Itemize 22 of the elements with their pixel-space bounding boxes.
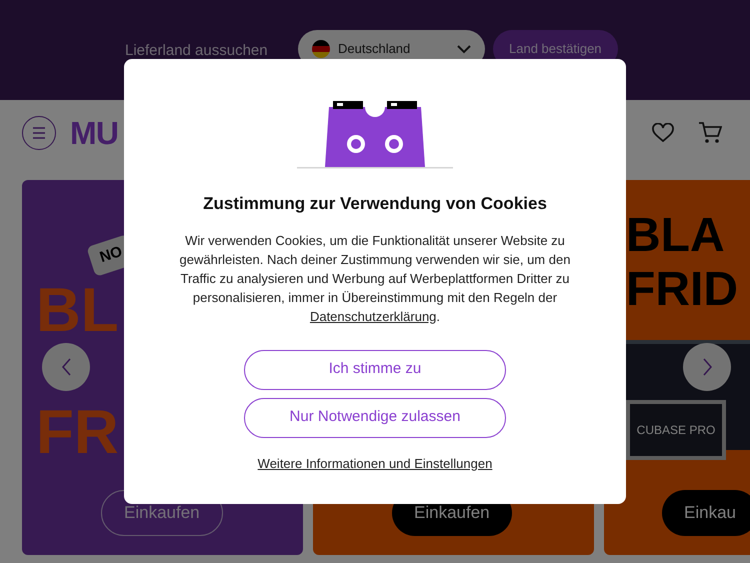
- chevron-right-icon: [702, 358, 712, 376]
- product-box-label: CUBASE PRO: [626, 400, 726, 460]
- privacy-policy-link[interactable]: Datenschutzerklärung: [310, 308, 436, 324]
- chevron-down-icon: [457, 44, 471, 54]
- more-settings-link[interactable]: Weitere Informationen und Einstellungen: [258, 454, 492, 473]
- dialog-button[interactable]: Nur Notwendige zulassen: [244, 398, 506, 438]
- dialog-title: Zustimmung zur Verwendung von Cookies: [203, 193, 547, 215]
- dialog-text: Wir verwenden Cookies, um die Funktionalität unserer Website zu gewährleisten. Nach deiner Zustimmung verwenden wir sie, um den Traffic zu analysieren und Werbung auf Werbeplattformen Dritter zu personalisieren, immer in Übereinstimmung mit den Regeln der Datenschutzerklärung.: [178, 232, 572, 326]
- heart-icon[interactable]: [652, 122, 674, 142]
- menu-button[interactable]: [22, 116, 56, 150]
- germany-flag-icon: [312, 40, 330, 58]
- promo-headline: FRID: [626, 266, 738, 314]
- cart-icon[interactable]: [698, 122, 722, 144]
- chevron-left-icon: [60, 358, 72, 376]
- logo[interactable]: MU: [70, 108, 118, 156]
- menu-icon: [32, 126, 46, 138]
- promo-headline: FR: [36, 402, 119, 464]
- promo-headline: BL: [36, 280, 119, 342]
- promo-headline: BLA: [626, 212, 725, 260]
- shop-button[interactable]: Einkau: [662, 490, 750, 536]
- dialog-button[interactable]: Ich stimme zu: [244, 350, 506, 390]
- country-label: Lieferland aussuchen: [125, 41, 269, 61]
